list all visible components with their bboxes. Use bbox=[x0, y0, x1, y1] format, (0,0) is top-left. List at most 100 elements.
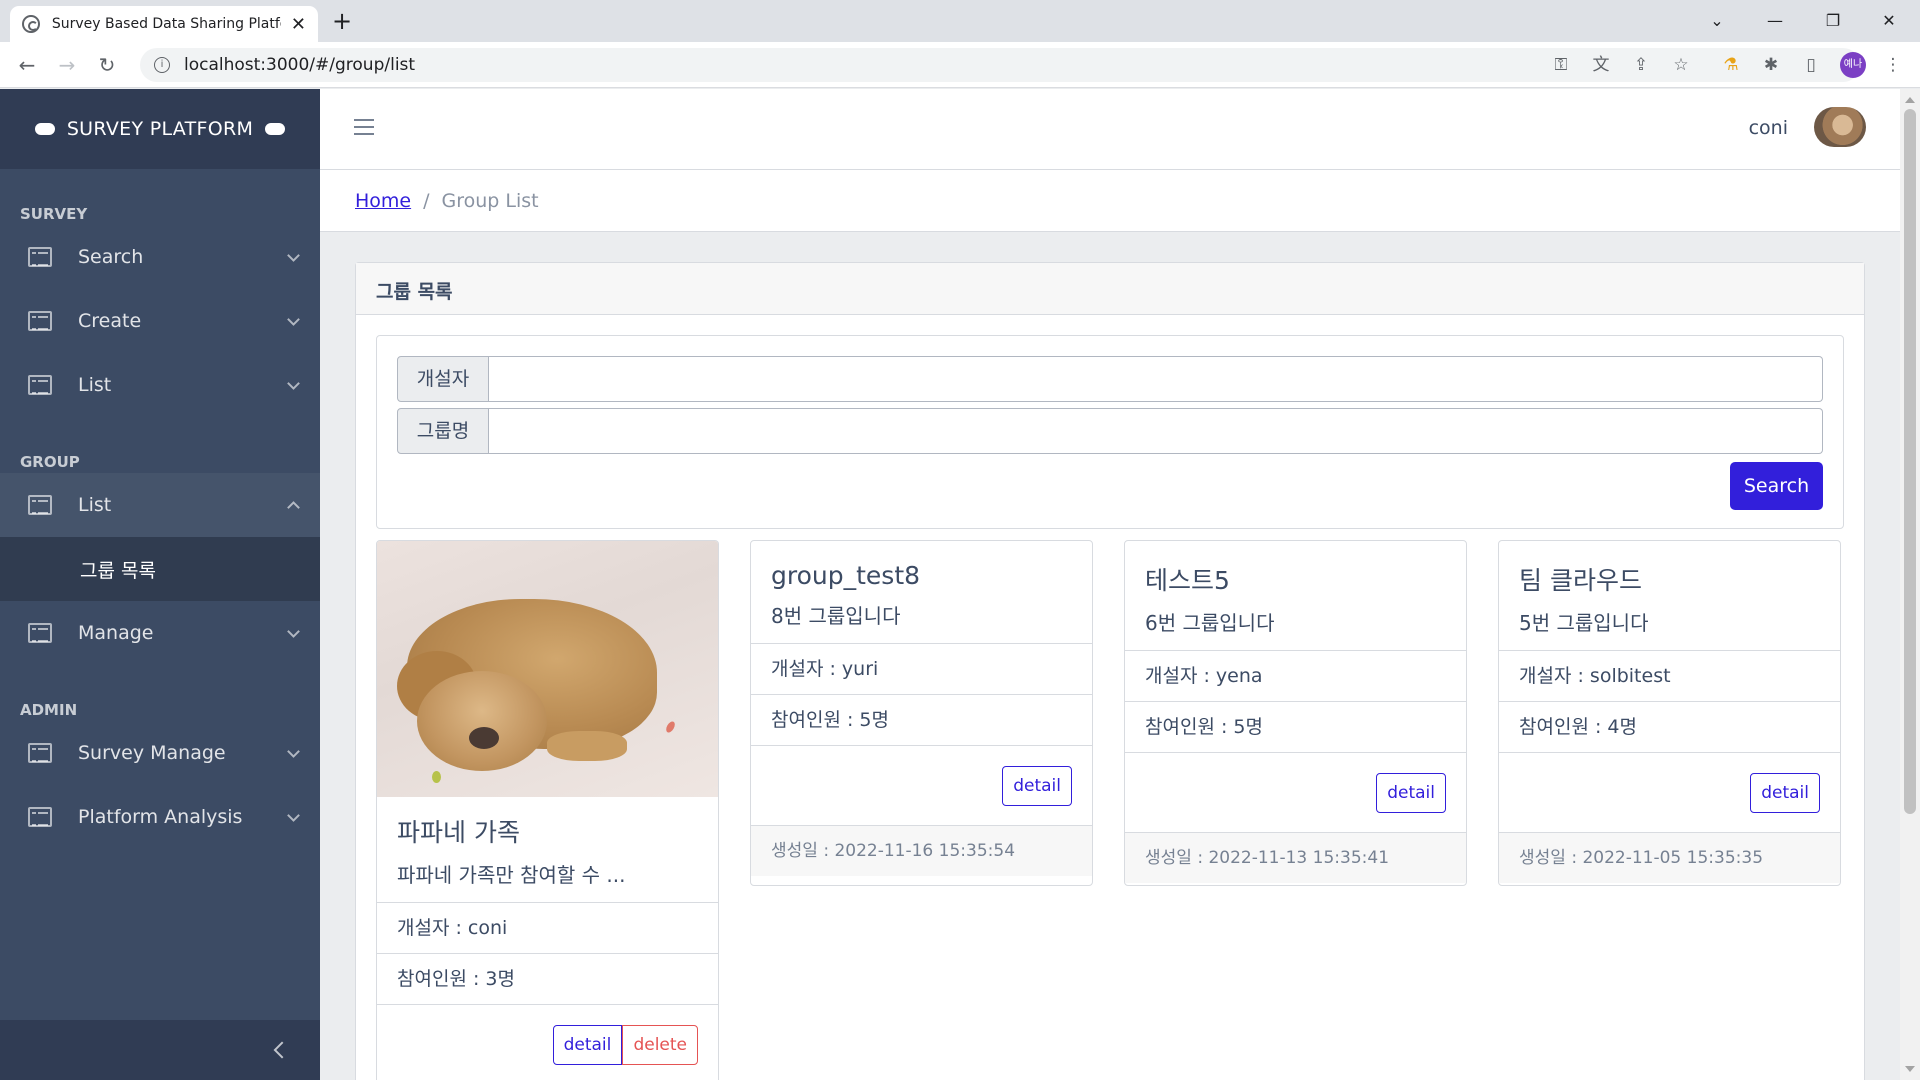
site-favicon-icon bbox=[22, 15, 40, 33]
new-tab-button[interactable]: + bbox=[326, 6, 358, 38]
group-creator: 개설자 : solbitest bbox=[1499, 651, 1840, 702]
site-info-icon[interactable]: i bbox=[154, 57, 170, 73]
group-list-card: 그룹 목록 개설자 그룹명 Search 파파네 가족 파파네 가족만 참여할 … bbox=[355, 262, 1865, 1080]
browser-toolbar: ← → ↻ i localhost:3000/#/group/list ⚿ 文 … bbox=[0, 42, 1920, 88]
list-icon bbox=[28, 247, 52, 267]
chevron-left-icon bbox=[273, 1041, 291, 1059]
translate-icon[interactable]: 文 bbox=[1588, 52, 1614, 78]
chevron-down-icon bbox=[287, 745, 300, 758]
sidebar-item-platform-analysis[interactable]: Platform Analysis bbox=[0, 785, 320, 849]
group-members: 참여인원 : 5명 bbox=[1125, 702, 1466, 753]
key-icon[interactable]: ⚿ bbox=[1548, 52, 1574, 78]
scrollbar-thumb[interactable] bbox=[1904, 109, 1916, 814]
group-name: 파파네 가족 bbox=[397, 818, 520, 847]
tab-search-chevron-icon[interactable]: ⌄ bbox=[1694, 6, 1740, 36]
scroll-down-icon[interactable] bbox=[1905, 1066, 1915, 1072]
header-username[interactable]: coni bbox=[1749, 117, 1788, 139]
detail-button[interactable]: detail bbox=[1002, 766, 1072, 806]
group-name: 테스트5 bbox=[1145, 566, 1230, 595]
reload-icon[interactable]: ↻ bbox=[92, 50, 122, 80]
list-icon bbox=[28, 375, 52, 395]
group-description: 5번 그룹입니다 bbox=[1519, 611, 1649, 635]
sidebar-item-label: Search bbox=[78, 246, 144, 268]
restore-button[interactable]: ❐ bbox=[1810, 6, 1856, 36]
sidebar-item-group-list[interactable]: List bbox=[0, 473, 320, 537]
tab-title: Survey Based Data Sharing Platform bbox=[51, 16, 281, 32]
group-card-body: 테스트5 6번 그룹입니다 bbox=[1125, 541, 1466, 651]
group-card: group_test8 8번 그룹입니다 개설자 : yuri 참여인원 : 5… bbox=[750, 540, 1093, 886]
cloud-icon bbox=[34, 123, 55, 135]
search-panel: 개설자 그룹명 Search bbox=[376, 335, 1844, 529]
detail-button[interactable]: detail bbox=[1376, 773, 1446, 813]
sidebar-item-group-manage[interactable]: Manage bbox=[0, 601, 320, 665]
list-icon bbox=[28, 495, 52, 515]
profile-avatar[interactable]: 예나 bbox=[1840, 52, 1866, 78]
extensions-puzzle-icon[interactable]: ✱ bbox=[1758, 52, 1784, 78]
group-card-body: 팀 클라우드 5번 그룹입니다 bbox=[1499, 541, 1840, 651]
nav-section-group: GROUP bbox=[20, 453, 80, 471]
scroll-up-icon[interactable] bbox=[1905, 97, 1915, 103]
group-members: 참여인원 : 5명 bbox=[751, 695, 1092, 746]
group-card: 파파네 가족 파파네 가족만 참여할 수 ... 개설자 : coni 참여인원… bbox=[376, 540, 719, 1080]
chevron-up-icon bbox=[287, 501, 300, 514]
group-photo-dog bbox=[377, 541, 718, 797]
group-description: 8번 그룹입니다 bbox=[771, 604, 901, 628]
group-created-date: 생성일 : 2022-11-16 15:35:54 bbox=[751, 826, 1092, 876]
minimize-button[interactable]: — bbox=[1752, 6, 1798, 36]
group-name: 팀 클라우드 bbox=[1519, 566, 1642, 595]
url-text: localhost:3000/#/group/list bbox=[184, 55, 416, 75]
group-card-body: group_test8 8번 그룹입니다 bbox=[751, 541, 1092, 644]
delete-button[interactable]: delete bbox=[622, 1025, 698, 1065]
group-name-input[interactable] bbox=[489, 408, 1823, 454]
group-name-label: 그룹명 bbox=[397, 408, 489, 454]
group-creator: 개설자 : coni bbox=[377, 903, 718, 954]
back-arrow-icon[interactable]: ← bbox=[12, 50, 42, 80]
group-card: 팀 클라우드 5번 그룹입니다 개설자 : solbitest 참여인원 : 4… bbox=[1498, 540, 1841, 886]
sidebar-item-label: Manage bbox=[78, 622, 154, 644]
list-icon bbox=[28, 311, 52, 331]
group-name: group_test8 bbox=[771, 561, 921, 590]
cloud-icon bbox=[265, 123, 286, 135]
list-icon bbox=[28, 623, 52, 643]
sidebar-subitem-group-list[interactable]: 그룹 목록 bbox=[0, 537, 320, 601]
top-header: coni bbox=[320, 89, 1900, 170]
sidebar-item-survey-search[interactable]: Search bbox=[0, 225, 320, 289]
browser-tab[interactable]: Survey Based Data Sharing Platform ✕ bbox=[10, 6, 318, 42]
sidebar-minimize-button[interactable] bbox=[0, 1020, 320, 1080]
close-window-button[interactable]: ✕ bbox=[1866, 6, 1912, 36]
group-card-actions: detail delete bbox=[377, 1005, 718, 1080]
hamburger-menu-icon[interactable] bbox=[354, 119, 374, 137]
tab-close-icon[interactable]: ✕ bbox=[291, 14, 306, 35]
detail-button[interactable]: detail bbox=[552, 1025, 623, 1065]
sidebar: SURVEY PLATFORM SURVEY Search Create Lis… bbox=[0, 89, 320, 1080]
creator-input-group: 개설자 bbox=[397, 356, 1823, 402]
creator-input[interactable] bbox=[489, 356, 1823, 402]
share-icon[interactable]: ⇪ bbox=[1628, 52, 1654, 78]
side-panel-icon[interactable]: ▯ bbox=[1798, 52, 1824, 78]
browser-menu-icon[interactable]: ⋮ bbox=[1880, 52, 1906, 78]
avatar[interactable] bbox=[1814, 107, 1866, 147]
sidebar-item-survey-manage[interactable]: Survey Manage bbox=[0, 721, 320, 785]
group-description: 6번 그룹입니다 bbox=[1145, 611, 1275, 635]
nav-section-survey: SURVEY bbox=[20, 205, 88, 223]
sidebar-item-label: Survey Manage bbox=[78, 742, 226, 764]
sidebar-item-label: List bbox=[78, 494, 112, 516]
group-card-actions: detail bbox=[1499, 753, 1840, 833]
chevron-down-icon bbox=[287, 313, 300, 326]
browser-tabstrip: Survey Based Data Sharing Platform ✕ + ⌄… bbox=[0, 0, 1920, 42]
detail-button[interactable]: detail bbox=[1750, 773, 1820, 813]
extension-flask-icon[interactable]: ⚗ bbox=[1718, 52, 1744, 78]
nav-section-admin: ADMIN bbox=[20, 701, 78, 719]
page-scrollbar[interactable] bbox=[1900, 89, 1920, 1080]
bookmark-star-icon[interactable]: ☆ bbox=[1668, 52, 1694, 78]
brand-logo[interactable]: SURVEY PLATFORM bbox=[0, 89, 320, 169]
sidebar-item-survey-list[interactable]: List bbox=[0, 353, 320, 417]
breadcrumb-separator: / bbox=[423, 189, 430, 212]
sidebar-item-survey-create[interactable]: Create bbox=[0, 289, 320, 353]
breadcrumb-current: Group List bbox=[441, 189, 539, 212]
forward-arrow-icon[interactable]: → bbox=[52, 50, 82, 80]
chevron-down-icon bbox=[287, 625, 300, 638]
group-card-actions: detail bbox=[1125, 753, 1466, 833]
breadcrumb-home-link[interactable]: Home bbox=[355, 190, 411, 212]
search-button[interactable]: Search bbox=[1730, 462, 1823, 510]
